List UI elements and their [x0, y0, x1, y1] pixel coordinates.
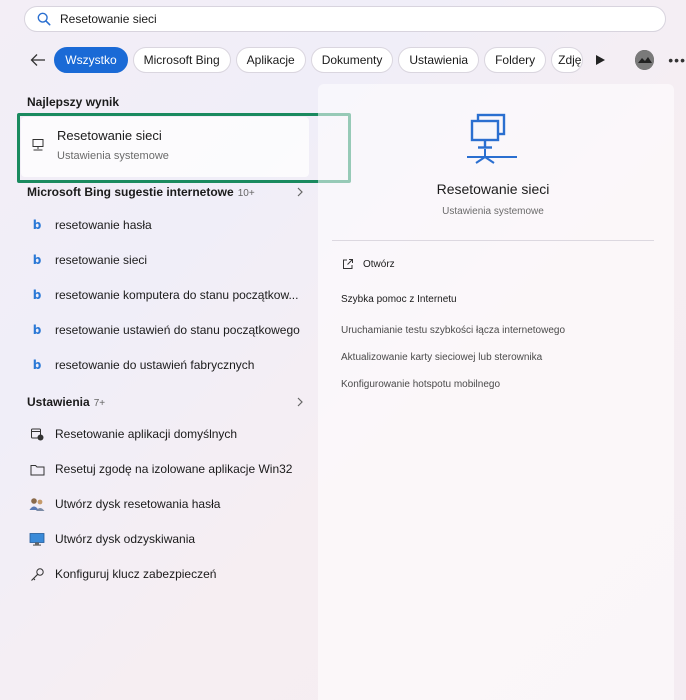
bing-suggestion-label: resetowanie ustawień do stanu początkowe… [55, 323, 300, 337]
back-button[interactable] [27, 49, 48, 71]
filter-chip-bing[interactable]: Microsoft Bing [132, 47, 231, 73]
preview-panel [318, 84, 674, 700]
highlight-box [17, 113, 351, 183]
bing-suggestion-label: resetowanie do ustawień fabrycznych [55, 358, 255, 372]
settings-item-label: Utwórz dysk resetowania hasła [55, 497, 221, 511]
help-link[interactable]: Uruchamianie testu szybkości łącza inter… [341, 325, 565, 336]
bing-suggestion-label: resetowanie sieci [55, 253, 148, 267]
best-match-header-label: Najlepszy wynik [27, 95, 120, 109]
preview-title: Resetowanie sieci [436, 181, 550, 197]
folder-icon [28, 460, 46, 478]
settings-item[interactable]: Utwórz dysk odzyskiwania [28, 528, 195, 550]
bing-icon: b [32, 323, 42, 337]
help-link[interactable]: Aktualizowanie karty sieciowej lub stero… [341, 352, 542, 363]
bing-suggestion-item[interactable]: b resetowanie komputera do stanu początk… [28, 284, 299, 306]
bing-suggestion-item[interactable]: b resetowanie do ustawień fabrycznych [28, 354, 255, 376]
help-link[interactable]: Konfigurowanie hotspotu mobilnego [341, 379, 500, 390]
chevron-right-icon[interactable] [295, 187, 305, 197]
settings-item[interactable]: Resetuj zgodę na izolowane aplikacje Win… [28, 458, 292, 480]
default-apps-icon [28, 425, 46, 443]
best-match-header: Najlepszy wynik [27, 95, 119, 109]
open-button[interactable]: Otwórz [342, 258, 395, 270]
help-section-title: Szybka pomoc z Internetu [341, 294, 457, 305]
bing-section-count: 10+ [237, 188, 255, 199]
search-input[interactable] [60, 12, 620, 26]
settings-item[interactable]: Konfiguruj klucz zabezpieczeń [28, 563, 216, 585]
preview-subtitle: Ustawienia systemowe [442, 206, 544, 217]
filter-bar: Wszystko Microsoft Bing Aplikacje Dokume… [0, 44, 686, 76]
filter-chip-all[interactable]: Wszystko [54, 47, 128, 73]
bing-suggestion-item[interactable]: b resetowanie ustawień do stanu początko… [28, 319, 300, 341]
bing-suggestion-label: resetowanie hasła [55, 218, 152, 232]
bing-icon: b [32, 253, 42, 267]
more-options-button[interactable]: ••• [668, 52, 686, 68]
users-icon [28, 495, 46, 513]
open-external-icon [343, 259, 353, 269]
play-icon [595, 55, 605, 65]
preview-divider [332, 240, 654, 241]
settings-section-header: Ustawienia 7+ [27, 395, 105, 409]
key-icon [28, 565, 46, 583]
filter-chip-photos[interactable]: Zdję [551, 47, 583, 73]
filter-chip-documents[interactable]: Dokumenty [310, 47, 394, 73]
bing-icon: b [32, 218, 42, 232]
bing-icon: b [32, 358, 42, 372]
settings-item-label: Resetuj zgodę na izolowane aplikacje Win… [55, 462, 293, 476]
bing-section-header: Microsoft Bing sugestie internetowe 10+ [27, 185, 255, 199]
settings-section-label: Ustawienia [27, 395, 90, 409]
settings-item-label: Konfiguruj klucz zabezpieczeń [55, 567, 217, 581]
monitor-icon [28, 530, 46, 548]
scroll-filters-button[interactable] [592, 51, 609, 69]
avatar[interactable] [634, 50, 655, 70]
arrow-left-icon [30, 54, 45, 66]
bing-suggestion-label: resetowanie komputera do stanu początkow… [55, 288, 299, 302]
chevron-right-icon[interactable] [295, 397, 305, 407]
open-button-label: Otwórz [363, 258, 395, 270]
filter-chip-folders[interactable]: Foldery [484, 47, 547, 73]
settings-item[interactable]: Resetowanie aplikacji domyślnych [28, 423, 237, 445]
ellipsis-icon: ••• [668, 52, 686, 68]
settings-item-label: Utwórz dysk odzyskiwania [55, 532, 196, 546]
bing-suggestion-item[interactable]: b resetowanie hasła [28, 214, 152, 236]
filter-chip-apps[interactable]: Aplikacje [235, 47, 306, 73]
filter-chip-settings[interactable]: Ustawienia [398, 47, 480, 73]
settings-item-label: Resetowanie aplikacji domyślnych [55, 427, 238, 441]
settings-section-count: 7+ [93, 398, 106, 409]
bing-suggestion-item[interactable]: b resetowanie sieci [28, 249, 147, 271]
network-reset-large-icon [467, 113, 517, 164]
search-box[interactable] [24, 6, 666, 32]
settings-item[interactable]: Utwórz dysk resetowania hasła [28, 493, 220, 515]
search-icon [37, 12, 51, 26]
profile-image-icon [634, 50, 655, 70]
bing-icon: b [32, 288, 42, 302]
bing-section-label: Microsoft Bing sugestie internetowe [27, 185, 234, 199]
